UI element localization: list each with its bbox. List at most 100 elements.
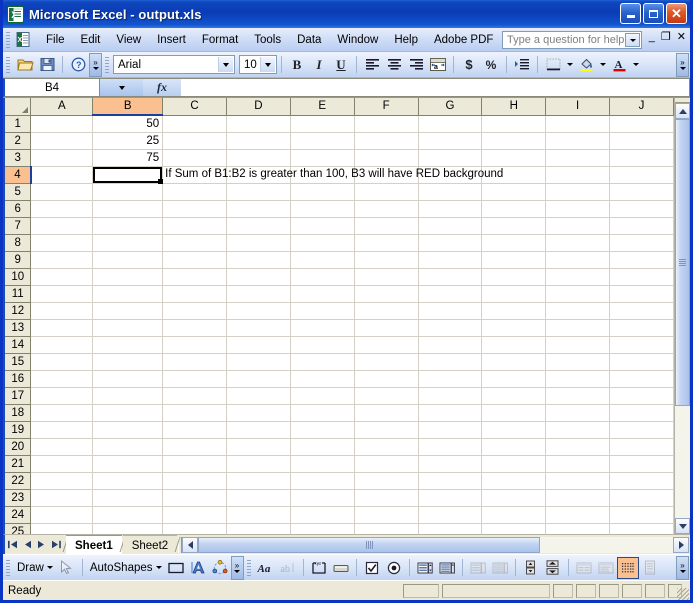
toolbar-options-drawing-icon[interactable]: » — [230, 555, 244, 580]
cell-c4[interactable]: If Sum of B1:B2 is greater than 100, B3 … — [162, 166, 503, 184]
cell-h12[interactable] — [481, 302, 547, 320]
align-right-icon[interactable] — [405, 54, 427, 76]
cell-j12[interactable] — [609, 302, 674, 320]
cell-j15[interactable] — [609, 353, 674, 371]
row-header-25[interactable]: 25 — [5, 523, 32, 534]
cell-d7[interactable] — [226, 217, 291, 235]
cell-g17[interactable] — [418, 387, 483, 405]
cell-f13[interactable] — [354, 319, 419, 337]
select-all-corner[interactable] — [5, 98, 32, 116]
cell-g1[interactable] — [418, 115, 483, 133]
cell-e24[interactable] — [290, 506, 355, 524]
row-header-3[interactable]: 3 — [5, 149, 32, 167]
toolbar-options-standard-icon[interactable]: » — [89, 52, 102, 77]
menu-tools[interactable]: Tools — [246, 31, 289, 49]
cell-c12[interactable] — [162, 302, 227, 320]
cell-j22[interactable] — [609, 472, 674, 490]
doc-close-button[interactable]: ✕ — [677, 32, 686, 43]
cell-e18[interactable] — [290, 404, 355, 422]
cell-a6[interactable] — [30, 200, 94, 218]
cell-h4[interactable] — [481, 166, 547, 184]
cell-c3[interactable] — [162, 149, 227, 167]
cell-f20[interactable] — [354, 438, 419, 456]
menu-data[interactable]: Data — [289, 31, 329, 49]
cell-g24[interactable] — [418, 506, 483, 524]
cell-a13[interactable] — [30, 319, 94, 337]
cell-e17[interactable] — [290, 387, 355, 405]
cell-j17[interactable] — [609, 387, 674, 405]
cell-d19[interactable] — [226, 421, 291, 439]
cell-a17[interactable] — [30, 387, 94, 405]
cell-h13[interactable] — [481, 319, 547, 337]
cell-e9[interactable] — [290, 251, 355, 269]
cell-a7[interactable] — [30, 217, 94, 235]
scroll-left-button[interactable] — [182, 536, 199, 553]
cell-c23[interactable] — [162, 489, 227, 507]
cell-h1[interactable] — [481, 115, 547, 133]
design-mode-aa-icon[interactable]: Aa — [255, 557, 277, 579]
drawing-toolbar-grip[interactable] — [6, 559, 10, 576]
row-header-21[interactable]: 21 — [5, 455, 32, 473]
resize-grip[interactable] — [677, 588, 689, 600]
cell-h20[interactable] — [481, 438, 547, 456]
cell-i23[interactable] — [545, 489, 611, 507]
cell-d5[interactable] — [226, 183, 291, 201]
cell-f14[interactable] — [354, 336, 419, 354]
font-color-icon[interactable]: A — [608, 54, 630, 76]
cell-g11[interactable] — [418, 285, 483, 303]
menu-edit[interactable]: Edit — [73, 31, 109, 49]
cell-h8[interactable] — [481, 234, 547, 252]
cell-b15[interactable] — [92, 353, 164, 371]
help-icon[interactable]: ? — [67, 54, 89, 76]
open-icon[interactable] — [14, 54, 36, 76]
cell-b5[interactable] — [92, 183, 164, 201]
menu-insert[interactable]: Insert — [149, 31, 194, 49]
cell-b17[interactable] — [92, 387, 164, 405]
font-name-dropdown-icon[interactable] — [218, 57, 233, 72]
horizontal-scroll-thumb[interactable] — [198, 536, 541, 553]
cell-c5[interactable] — [162, 183, 227, 201]
name-box[interactable]: B4 — [3, 78, 100, 97]
cell-i6[interactable] — [545, 200, 611, 218]
cell-b7[interactable] — [92, 217, 164, 235]
cell-d11[interactable] — [226, 285, 291, 303]
insert-diagram-icon[interactable] — [209, 557, 231, 579]
menu-help[interactable]: Help — [386, 31, 426, 49]
scroll-right-button[interactable] — [673, 536, 689, 553]
cell-h9[interactable] — [481, 251, 547, 269]
cell-f3[interactable] — [354, 149, 419, 167]
insert-function-icon[interactable]: fx — [143, 78, 181, 97]
cell-b2[interactable]: 25 — [92, 132, 164, 150]
cell-h16[interactable] — [481, 370, 547, 388]
cell-d12[interactable] — [226, 302, 291, 320]
cell-i13[interactable] — [545, 319, 611, 337]
cell-h3[interactable] — [481, 149, 547, 167]
cell-j13[interactable] — [609, 319, 674, 337]
cell-d17[interactable] — [226, 387, 291, 405]
cell-j4[interactable] — [609, 166, 674, 184]
cell-c19[interactable] — [162, 421, 227, 439]
font-size-dropdown-icon[interactable] — [260, 57, 275, 72]
underline-icon[interactable]: U — [330, 54, 352, 76]
cell-g21[interactable] — [418, 455, 483, 473]
cell-g23[interactable] — [418, 489, 483, 507]
fill-color-dropdown-icon[interactable] — [597, 54, 608, 76]
cell-d9[interactable] — [226, 251, 291, 269]
cell-d18[interactable] — [226, 404, 291, 422]
cell-i2[interactable] — [545, 132, 611, 150]
vertical-scroll-track[interactable] — [675, 119, 690, 518]
cell-e8[interactable] — [290, 234, 355, 252]
sheet-tab-sheet2[interactable]: Sheet2 — [122, 535, 178, 554]
cell-a24[interactable] — [30, 506, 94, 524]
column-header-j[interactable]: J — [609, 98, 674, 116]
cell-a23[interactable] — [30, 489, 94, 507]
cell-f19[interactable] — [354, 421, 419, 439]
cell-c18[interactable] — [162, 404, 227, 422]
cell-d22[interactable] — [226, 472, 291, 490]
cell-a4[interactable] — [30, 166, 94, 184]
cell-f7[interactable] — [354, 217, 419, 235]
cell-f15[interactable] — [354, 353, 419, 371]
row-header-23[interactable]: 23 — [5, 489, 32, 507]
cell-b9[interactable] — [92, 251, 164, 269]
cell-j2[interactable] — [609, 132, 674, 150]
